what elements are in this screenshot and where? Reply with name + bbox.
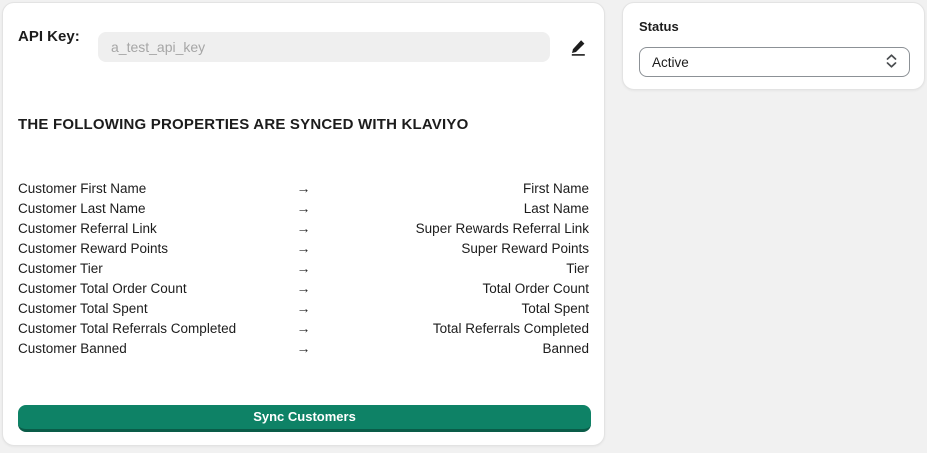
pencil-edit-icon	[568, 37, 588, 60]
mapping-target: Tier	[319, 261, 590, 276]
arrow-right-icon: →	[289, 200, 319, 216]
mapping-row: Customer Total Order Count → Total Order…	[18, 278, 589, 298]
arrow-right-icon: →	[289, 280, 319, 296]
mapping-source: Customer Reward Points	[18, 241, 289, 256]
mapping-target: First Name	[319, 181, 590, 196]
mapping-target: Banned	[319, 341, 590, 356]
synced-properties-heading: THE FOLLOWING PROPERTIES ARE SYNCED WITH…	[18, 116, 589, 134]
mapping-source: Customer Tier	[18, 261, 289, 276]
api-key-input[interactable]	[98, 32, 550, 62]
mapping-row: Customer Referral Link → Super Rewards R…	[18, 218, 589, 238]
mapping-row: Customer Tier → Tier	[18, 258, 589, 278]
mapping-source: Customer First Name	[18, 181, 289, 196]
status-select[interactable]: Active	[639, 47, 910, 77]
mapping-target: Total Order Count	[319, 281, 590, 296]
mapping-target: Total Spent	[319, 301, 590, 316]
arrow-right-icon: →	[289, 320, 319, 336]
mapping-target: Total Referrals Completed	[319, 321, 590, 336]
mapping-source: Customer Total Referrals Completed	[18, 321, 289, 336]
arrow-right-icon: →	[289, 220, 319, 236]
mapping-row: Customer Total Referrals Completed → Tot…	[18, 318, 589, 338]
edit-api-key-button[interactable]	[567, 37, 589, 59]
status-label: Status	[639, 19, 908, 35]
arrow-right-icon: →	[289, 300, 319, 316]
arrow-right-icon: →	[289, 340, 319, 356]
mapping-source: Customer Referral Link	[18, 221, 289, 236]
mapping-row: Customer Last Name → Last Name	[18, 198, 589, 218]
status-card: Status Active	[622, 2, 925, 90]
mapping-row: Customer Total Spent → Total Spent	[18, 298, 589, 318]
property-mapping-list: Customer First Name → First Name Custome…	[18, 178, 589, 358]
sync-customers-button[interactable]: Sync Customers	[18, 405, 591, 432]
mapping-source: Customer Total Order Count	[18, 281, 289, 296]
arrow-right-icon: →	[289, 240, 319, 256]
api-sync-card: API Key: THE FOLLOWING PROPERTIES ARE SY…	[2, 2, 605, 446]
mapping-row: Customer Banned → Banned	[18, 338, 589, 358]
mapping-row: Customer Reward Points → Super Reward Po…	[18, 238, 589, 258]
mapping-row: Customer First Name → First Name	[18, 178, 589, 198]
mapping-target: Last Name	[319, 201, 590, 216]
arrow-right-icon: →	[289, 180, 319, 196]
mapping-source: Customer Banned	[18, 341, 289, 356]
mapping-source: Customer Total Spent	[18, 301, 289, 316]
status-select-value: Active	[652, 55, 689, 70]
mapping-target: Super Reward Points	[319, 241, 590, 256]
api-key-row: API Key:	[18, 27, 589, 62]
up-down-chevron-icon	[886, 54, 897, 71]
mapping-target: Super Rewards Referral Link	[319, 221, 590, 236]
page: { "left_card": { "api_key": { "label": "…	[0, 0, 927, 453]
mapping-source: Customer Last Name	[18, 201, 289, 216]
arrow-right-icon: →	[289, 260, 319, 276]
api-key-label: API Key:	[18, 27, 98, 47]
